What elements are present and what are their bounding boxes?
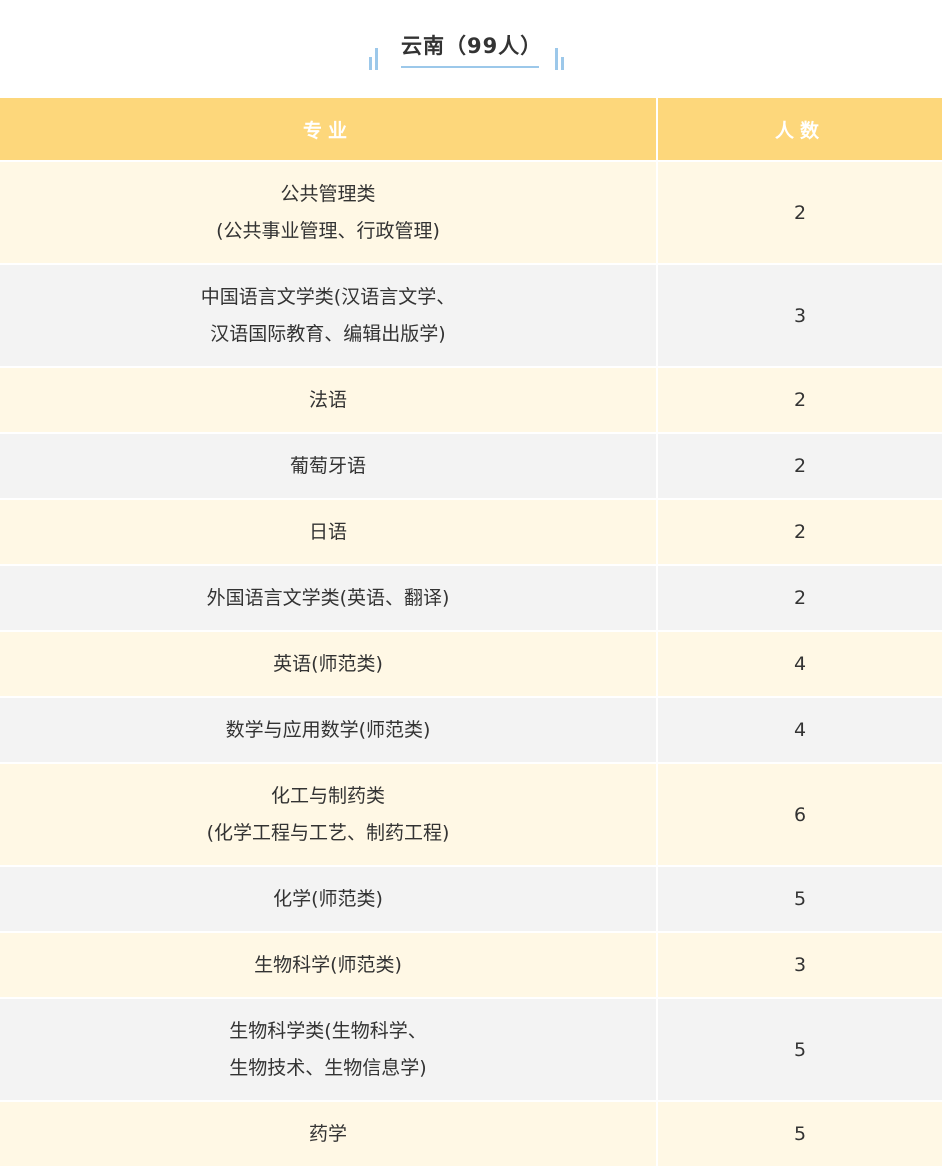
count-cell: 2 <box>793 587 807 609</box>
major-name: 日语 <box>308 520 347 543</box>
major-detail: 汉语国际教育、编辑出版学) <box>210 322 446 345</box>
major-cell: 生物科学类(生物科学、 生物技术、生物信息学) <box>0 999 658 1100</box>
count-cell: 5 <box>793 1123 807 1145</box>
major-name: 外国语言文学类(英语、翻译) <box>206 586 450 609</box>
major-cell: 日语 <box>0 500 658 564</box>
major-name: 公共管理类 <box>280 182 376 205</box>
table-row: 药学 5 <box>0 1102 942 1168</box>
count-cell: 5 <box>793 888 807 910</box>
count-cell: 4 <box>793 653 807 675</box>
table-row: 英语(师范类) 4 <box>0 632 942 698</box>
header-major: 专业 <box>0 98 658 160</box>
major-cell: 法语 <box>0 368 658 432</box>
major-cell: 葡萄牙语 <box>0 434 658 498</box>
table-row: 化学(师范类) 5 <box>0 867 942 933</box>
major-name: 法语 <box>308 388 347 411</box>
title-underline <box>401 66 539 68</box>
count-cell: 2 <box>793 389 807 411</box>
count-cell: 2 <box>793 455 807 477</box>
major-name: 生物科学类(生物科学、 <box>229 1019 427 1042</box>
major-name: 葡萄牙语 <box>289 454 366 477</box>
table-row: 中国语言文学类(汉语言文学、 汉语国际教育、编辑出版学) 3 <box>0 265 942 368</box>
major-name: 生物科学(师范类) <box>254 953 402 976</box>
major-cell: 公共管理类 (公共事业管理、行政管理) <box>0 162 658 263</box>
major-name: 化学(师范类) <box>273 887 383 910</box>
major-cell: 药学 <box>0 1102 658 1166</box>
count-cell: 4 <box>793 719 807 741</box>
table-row: 法语 2 <box>0 368 942 434</box>
count-cell: 3 <box>793 954 807 976</box>
title-bars-right-icon <box>555 46 567 70</box>
table-row: 葡萄牙语 2 <box>0 434 942 500</box>
table-row: 生物科学(师范类) 3 <box>0 933 942 999</box>
table-row: 公共管理类 (公共事业管理、行政管理) 2 <box>0 162 942 265</box>
majors-table: 专业 人数 公共管理类 (公共事业管理、行政管理) 2 中国语言文学类(汉语言文… <box>0 98 942 1168</box>
major-cell: 生物科学(师范类) <box>0 933 658 997</box>
major-cell: 化学(师范类) <box>0 867 658 931</box>
table-row: 外国语言文学类(英语、翻译) 2 <box>0 566 942 632</box>
major-cell: 英语(师范类) <box>0 632 658 696</box>
page: 云南（99人） 专业 人数 公共管理类 (公共事业管理、行政管理) 2 中国语言… <box>0 0 944 1170</box>
count-cell: 6 <box>793 803 807 826</box>
table-row: 日语 2 <box>0 500 942 566</box>
header-count: 人数 <box>774 119 825 142</box>
count-cell: 5 <box>793 1038 807 1061</box>
major-detail: (公共事业管理、行政管理) <box>216 219 440 242</box>
major-cell: 外国语言文学类(英语、翻译) <box>0 566 658 630</box>
major-name: 英语(师范类) <box>273 652 383 675</box>
table-row: 数学与应用数学(师范类) 4 <box>0 698 942 764</box>
major-name: 中国语言文学类(汉语言文学、 <box>200 285 456 308</box>
page-title: 云南（99人） <box>401 34 543 58</box>
major-name: 药学 <box>308 1122 347 1145</box>
count-cell: 3 <box>793 304 807 327</box>
count-cell: 2 <box>793 201 807 224</box>
count-cell: 2 <box>793 521 807 543</box>
major-detail: 生物技术、生物信息学) <box>229 1056 427 1079</box>
table-header-row: 专业 人数 <box>0 98 942 162</box>
major-cell: 化工与制药类 (化学工程与工艺、制药工程) <box>0 764 658 865</box>
major-name: 化工与制药类 <box>270 784 385 807</box>
table-row: 生物科学类(生物科学、 生物技术、生物信息学) 5 <box>0 999 942 1102</box>
title-area: 云南（99人） <box>0 0 944 98</box>
major-detail: (化学工程与工艺、制药工程) <box>206 821 450 844</box>
table-row: 化工与制药类 (化学工程与工艺、制药工程) 6 <box>0 764 942 867</box>
major-name: 数学与应用数学(师范类) <box>225 718 431 741</box>
title-bars-left-icon <box>369 46 381 70</box>
major-cell: 数学与应用数学(师范类) <box>0 698 658 762</box>
major-cell: 中国语言文学类(汉语言文学、 汉语国际教育、编辑出版学) <box>0 265 658 366</box>
